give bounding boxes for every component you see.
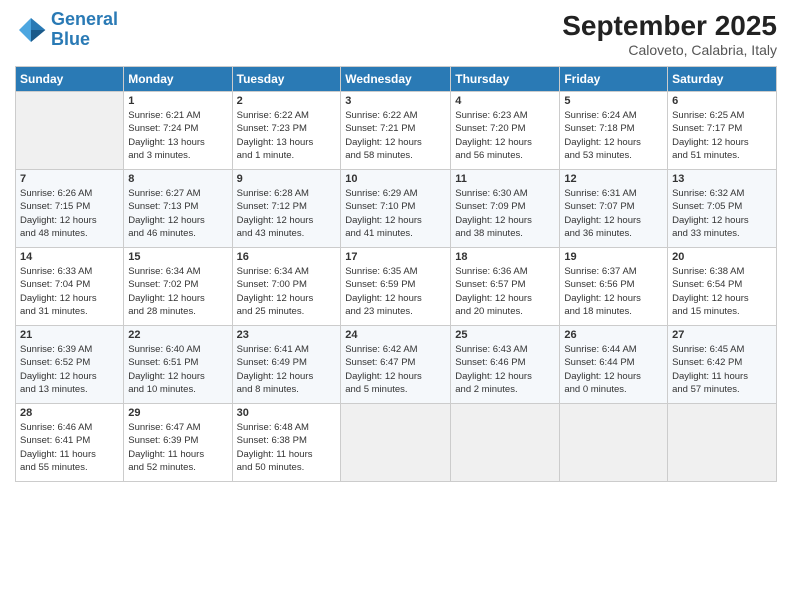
calendar-day: 30Sunrise: 6:48 AMSunset: 6:38 PMDayligh…: [232, 404, 341, 482]
title-block: September 2025 Caloveto, Calabria, Italy: [562, 10, 777, 58]
page-container: General Blue September 2025 Caloveto, Ca…: [0, 0, 792, 492]
calendar-day: 28Sunrise: 6:46 AMSunset: 6:41 PMDayligh…: [16, 404, 124, 482]
calendar-day: 17Sunrise: 6:35 AMSunset: 6:59 PMDayligh…: [341, 248, 451, 326]
calendar-day: [560, 404, 668, 482]
calendar-day: 8Sunrise: 6:27 AMSunset: 7:13 PMDaylight…: [124, 170, 232, 248]
calendar-day: 5Sunrise: 6:24 AMSunset: 7:18 PMDaylight…: [560, 92, 668, 170]
calendar-day: [668, 404, 777, 482]
calendar-day: 13Sunrise: 6:32 AMSunset: 7:05 PMDayligh…: [668, 170, 777, 248]
calendar-day: 23Sunrise: 6:41 AMSunset: 6:49 PMDayligh…: [232, 326, 341, 404]
calendar-week-3: 14Sunrise: 6:33 AMSunset: 7:04 PMDayligh…: [16, 248, 777, 326]
logo-line1: General: [51, 9, 118, 29]
header: General Blue September 2025 Caloveto, Ca…: [15, 10, 777, 58]
calendar-day: 29Sunrise: 6:47 AMSunset: 6:39 PMDayligh…: [124, 404, 232, 482]
calendar-day: 7Sunrise: 6:26 AMSunset: 7:15 PMDaylight…: [16, 170, 124, 248]
calendar-day: [16, 92, 124, 170]
calendar-day: 16Sunrise: 6:34 AMSunset: 7:00 PMDayligh…: [232, 248, 341, 326]
col-wednesday: Wednesday: [341, 67, 451, 92]
calendar-week-5: 28Sunrise: 6:46 AMSunset: 6:41 PMDayligh…: [16, 404, 777, 482]
calendar-day: 12Sunrise: 6:31 AMSunset: 7:07 PMDayligh…: [560, 170, 668, 248]
logo: General Blue: [15, 10, 118, 50]
location-subtitle: Caloveto, Calabria, Italy: [562, 42, 777, 58]
calendar-day: [341, 404, 451, 482]
col-sunday: Sunday: [16, 67, 124, 92]
calendar-day: 9Sunrise: 6:28 AMSunset: 7:12 PMDaylight…: [232, 170, 341, 248]
calendar-day: 20Sunrise: 6:38 AMSunset: 6:54 PMDayligh…: [668, 248, 777, 326]
col-friday: Friday: [560, 67, 668, 92]
col-saturday: Saturday: [668, 67, 777, 92]
calendar-day: 10Sunrise: 6:29 AMSunset: 7:10 PMDayligh…: [341, 170, 451, 248]
calendar-day: 4Sunrise: 6:23 AMSunset: 7:20 PMDaylight…: [451, 92, 560, 170]
month-title: September 2025: [562, 10, 777, 42]
calendar-day: 14Sunrise: 6:33 AMSunset: 7:04 PMDayligh…: [16, 248, 124, 326]
calendar-day: 18Sunrise: 6:36 AMSunset: 6:57 PMDayligh…: [451, 248, 560, 326]
calendar-day: 24Sunrise: 6:42 AMSunset: 6:47 PMDayligh…: [341, 326, 451, 404]
calendar-body: 1Sunrise: 6:21 AMSunset: 7:24 PMDaylight…: [16, 92, 777, 482]
col-monday: Monday: [124, 67, 232, 92]
logo-line2: Blue: [51, 29, 90, 49]
logo-icon: [15, 14, 47, 46]
calendar-day: 3Sunrise: 6:22 AMSunset: 7:21 PMDaylight…: [341, 92, 451, 170]
calendar-week-4: 21Sunrise: 6:39 AMSunset: 6:52 PMDayligh…: [16, 326, 777, 404]
calendar-day: 26Sunrise: 6:44 AMSunset: 6:44 PMDayligh…: [560, 326, 668, 404]
header-row: Sunday Monday Tuesday Wednesday Thursday…: [16, 67, 777, 92]
calendar-day: 15Sunrise: 6:34 AMSunset: 7:02 PMDayligh…: [124, 248, 232, 326]
calendar-day: 6Sunrise: 6:25 AMSunset: 7:17 PMDaylight…: [668, 92, 777, 170]
col-thursday: Thursday: [451, 67, 560, 92]
calendar-header: Sunday Monday Tuesday Wednesday Thursday…: [16, 67, 777, 92]
calendar-day: [451, 404, 560, 482]
calendar-day: 25Sunrise: 6:43 AMSunset: 6:46 PMDayligh…: [451, 326, 560, 404]
calendar-day: 22Sunrise: 6:40 AMSunset: 6:51 PMDayligh…: [124, 326, 232, 404]
calendar-table: Sunday Monday Tuesday Wednesday Thursday…: [15, 66, 777, 482]
logo-text: General Blue: [51, 10, 118, 50]
calendar-week-1: 1Sunrise: 6:21 AMSunset: 7:24 PMDaylight…: [16, 92, 777, 170]
calendar-day: 1Sunrise: 6:21 AMSunset: 7:24 PMDaylight…: [124, 92, 232, 170]
calendar-day: 27Sunrise: 6:45 AMSunset: 6:42 PMDayligh…: [668, 326, 777, 404]
calendar-day: 21Sunrise: 6:39 AMSunset: 6:52 PMDayligh…: [16, 326, 124, 404]
calendar-day: 19Sunrise: 6:37 AMSunset: 6:56 PMDayligh…: [560, 248, 668, 326]
calendar-day: 11Sunrise: 6:30 AMSunset: 7:09 PMDayligh…: [451, 170, 560, 248]
calendar-day: 2Sunrise: 6:22 AMSunset: 7:23 PMDaylight…: [232, 92, 341, 170]
calendar-week-2: 7Sunrise: 6:26 AMSunset: 7:15 PMDaylight…: [16, 170, 777, 248]
col-tuesday: Tuesday: [232, 67, 341, 92]
